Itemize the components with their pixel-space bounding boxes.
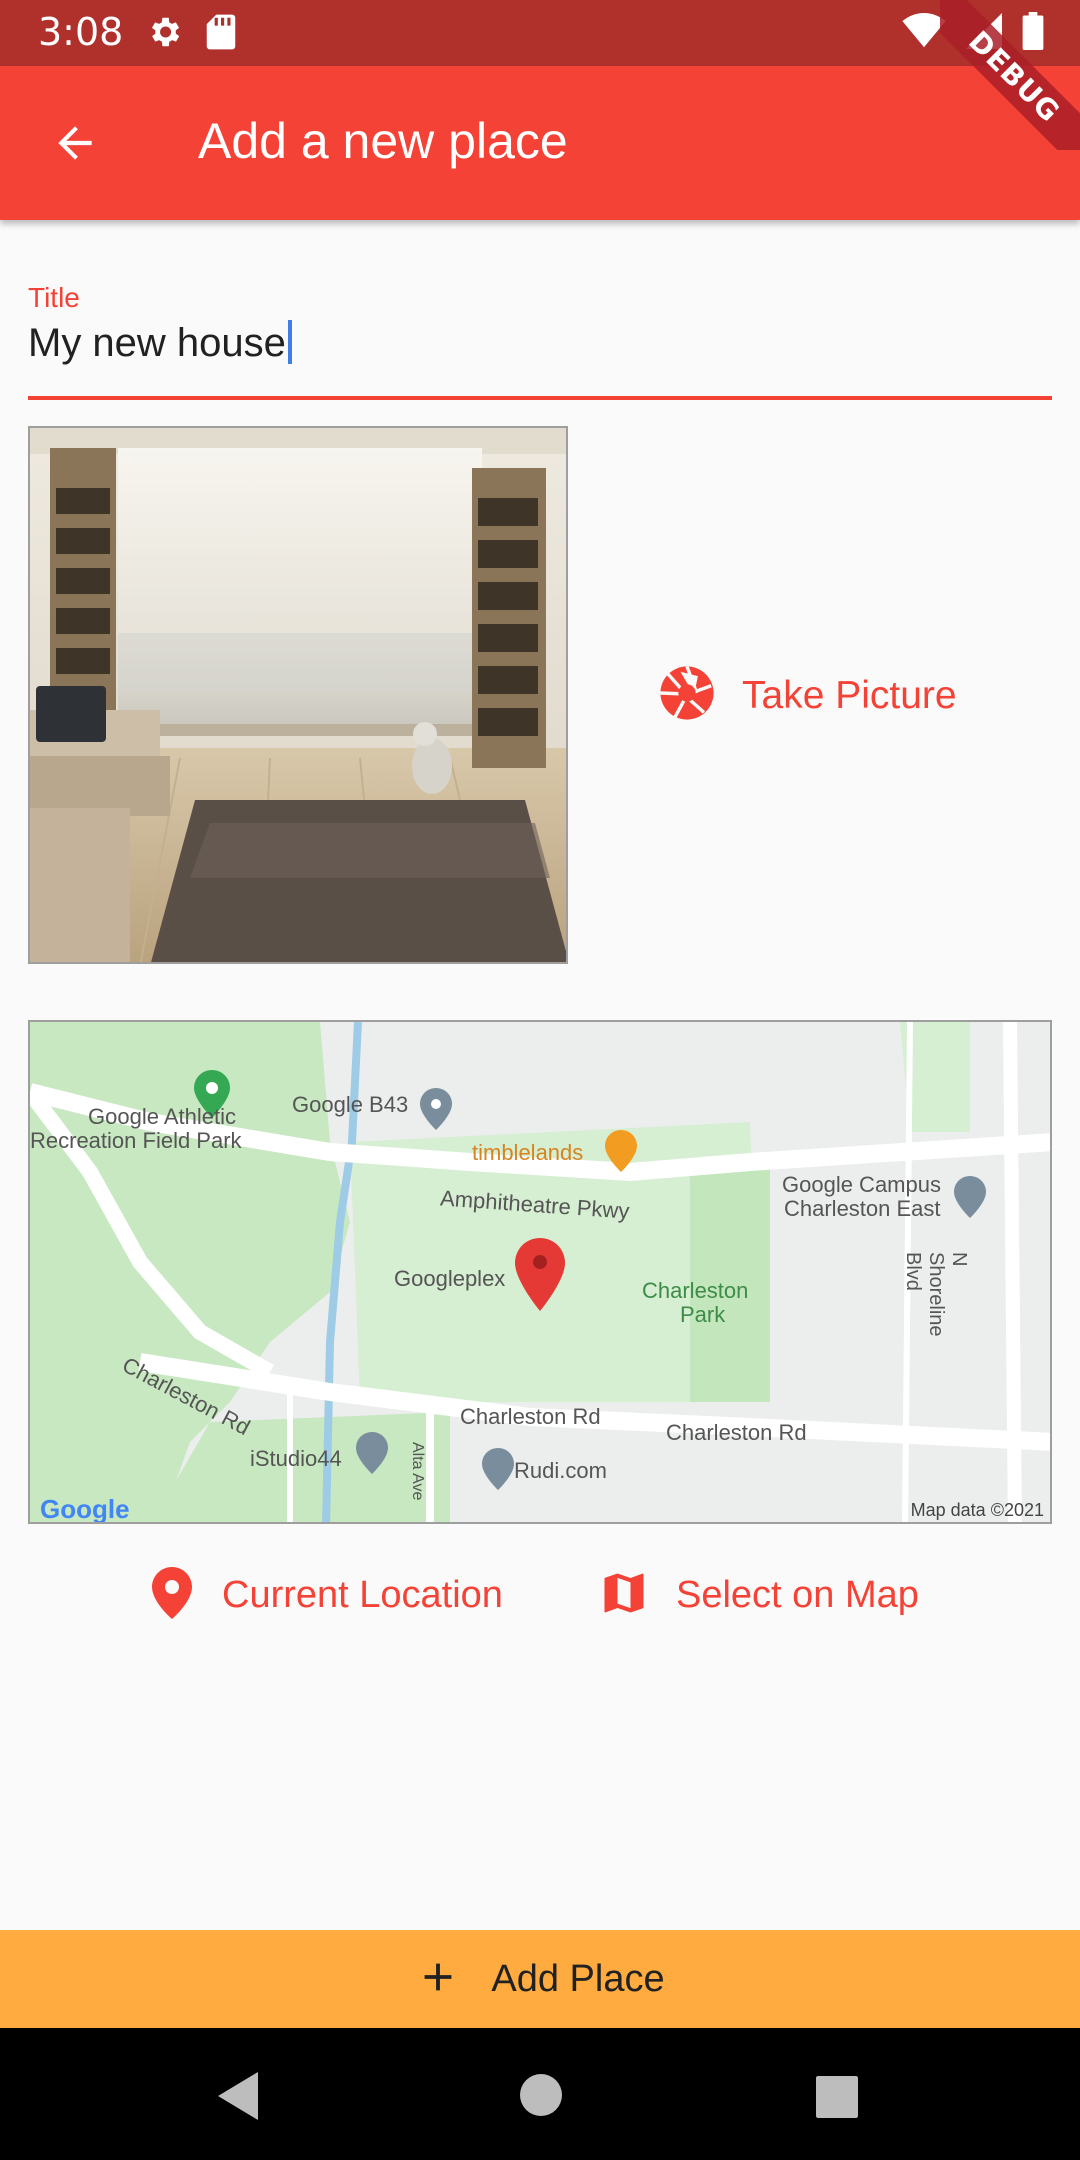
title-field[interactable]: Title My new house: [28, 278, 1052, 400]
select-on-map-label: Select on Map: [676, 1573, 919, 1616]
page-title: Add a new place: [198, 113, 568, 169]
map-label: Charleston East: [784, 1196, 941, 1221]
select-on-map-button[interactable]: Select on Map: [598, 1560, 919, 1630]
map-label: timblelands: [472, 1140, 584, 1165]
back-button[interactable]: [40, 110, 110, 180]
location-actions: Current Location Select on Map: [0, 1560, 1080, 1630]
title-field-value: My new house: [28, 321, 286, 365]
plus-icon: [415, 1954, 461, 2005]
nav-recents-icon[interactable]: [816, 2076, 858, 2123]
status-time: 3:08: [38, 10, 124, 54]
living-room-photo: [30, 428, 566, 962]
map-label: Alta Ave: [409, 1442, 426, 1501]
settings-gear-icon: [145, 13, 183, 56]
map-label: Charleston: [642, 1278, 749, 1303]
nav-home-icon[interactable]: [520, 2074, 562, 2121]
status-bar: 3:08: [0, 0, 1080, 66]
map-label: Park: [680, 1302, 726, 1327]
arrow-back-icon: [50, 118, 100, 173]
debug-banner: DEBUG: [940, 0, 1080, 150]
image-preview: [28, 426, 568, 964]
current-location-button[interactable]: Current Location: [148, 1560, 503, 1630]
title-field-label: Title: [28, 282, 80, 313]
map-label: Googleplex: [394, 1266, 506, 1291]
map-label: Charleston Rd: [460, 1404, 601, 1429]
add-place-button[interactable]: Add Place: [0, 1930, 1080, 2028]
map-icon: [598, 1567, 650, 1624]
map-label: iStudio44: [250, 1446, 342, 1471]
map-preview[interactable]: Google Athletic Recreation Field Park Go…: [28, 1020, 1052, 1524]
nav-back-icon[interactable]: [218, 2072, 262, 2125]
map-label: Google Athletic: [88, 1104, 236, 1129]
location-pin-icon: [148, 1565, 196, 1626]
map-attribution: Map data ©2021: [910, 1500, 1044, 1520]
current-location-label: Current Location: [222, 1573, 503, 1616]
map-label: Recreation Field Park: [30, 1128, 242, 1153]
debug-banner-container: DEBUG: [940, 0, 1080, 150]
sd-card-icon: [205, 13, 237, 56]
map-label: N Shoreline Blvd: [902, 1252, 970, 1337]
map-label: Charleston Rd: [666, 1420, 807, 1445]
add-place-label: Add Place: [491, 1957, 665, 2000]
google-logo: Google: [40, 1494, 130, 1524]
map-label: Google B43: [292, 1092, 409, 1117]
text-cursor: [287, 320, 292, 364]
take-picture-label: Take Picture: [742, 673, 957, 717]
title-field-value-wrap: My new house: [28, 320, 292, 366]
static-map: [30, 1022, 1050, 1522]
map-label: Google Campus: [782, 1172, 941, 1197]
take-picture-button[interactable]: Take Picture: [658, 664, 957, 727]
system-nav-bar: [0, 2028, 1080, 2160]
map-label: Rudi.com: [514, 1458, 607, 1483]
camera-shutter-icon: [658, 664, 716, 727]
app-bar: Add a new place: [0, 66, 1080, 220]
